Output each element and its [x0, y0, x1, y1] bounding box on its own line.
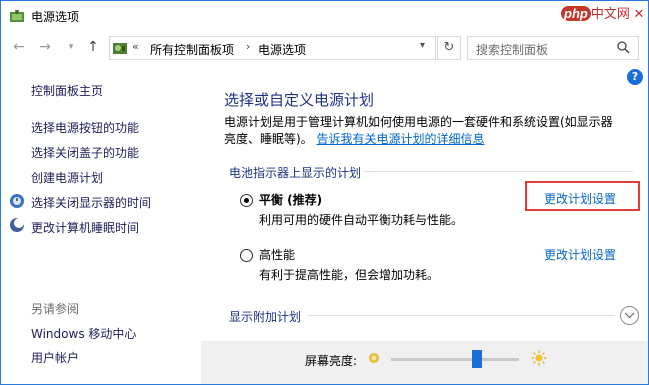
brightness-slider-thumb[interactable] — [471, 350, 482, 368]
balanced-plan-name[interactable]: 平衡 (推荐) — [259, 191, 322, 208]
brightness-slider-track[interactable] — [391, 358, 519, 361]
address-dropdown-icon[interactable]: ▾ — [420, 40, 425, 51]
power-options-window: 电源选项 php 中文网 ✕ ← → ▾ ↑ « 所有控制面板项 › 电源选项 ▾… — [0, 0, 649, 385]
high-performance-plan-radio[interactable] — [240, 249, 253, 262]
battery-plans-heading: 电池指示器上显示的计划 — [229, 166, 362, 180]
choose-power-button-link[interactable]: 选择电源按钮的功能 — [31, 119, 139, 136]
high-performance-plan-description: 有利于提高性能，但会增加功耗。 — [259, 268, 440, 282]
watermark-logo: php 中文网 ✕ — [561, 3, 644, 22]
recent-pages-chevron-icon[interactable]: ▾ — [63, 39, 79, 55]
balanced-plan-description: 利用可用的硬件自动平衡功耗与性能。 — [259, 213, 464, 227]
breadcrumb-separator: › — [246, 40, 251, 53]
high-performance-plan-name[interactable]: 高性能 — [259, 246, 295, 263]
see-also-heading: 另请参阅 — [31, 302, 80, 316]
search-icon[interactable] — [616, 40, 630, 54]
window-title: 电源选项 — [31, 10, 80, 24]
user-accounts-link[interactable]: 用户帐户 — [31, 349, 79, 366]
watermark-php: php — [561, 6, 591, 21]
breadcrumb-all-items[interactable]: 所有控制面板项 — [150, 41, 234, 58]
page-title: 选择或自定义电源计划 — [224, 91, 375, 109]
brightness-bar: 屏幕亮度: — [201, 341, 648, 384]
forward-arrow-icon[interactable]: → — [37, 39, 53, 55]
power-options-icon — [10, 10, 24, 22]
search-placeholder[interactable]: 搜索控制面板 — [476, 41, 548, 58]
back-arrow-icon[interactable]: ← — [11, 39, 27, 55]
learn-more-link[interactable]: 告诉我有关电源计划的详细信息 — [317, 132, 485, 146]
display-off-icon — [10, 194, 24, 208]
show-additional-plans-label[interactable]: 显示附加计划 — [229, 308, 301, 325]
create-power-plan-link[interactable]: 创建电源计划 — [31, 169, 103, 186]
address-bar[interactable]: « 所有控制面板项 › 电源选项 ▾ — [109, 36, 436, 60]
highlight-box — [525, 181, 640, 211]
section-divider — [307, 315, 615, 316]
choose-lid-close-link[interactable]: 选择关闭盖子的功能 — [31, 144, 139, 161]
radio-selected-dot — [244, 198, 249, 203]
up-arrow-icon[interactable]: ↑ — [85, 39, 101, 55]
brightness-label: 屏幕亮度: — [305, 354, 358, 368]
breadcrumb-power-options[interactable]: 电源选项 — [258, 41, 306, 58]
dim-brightness-icon — [369, 353, 379, 363]
control-panel-home-link[interactable]: 控制面板主页 — [31, 82, 103, 99]
navigation-bar: ← → ▾ ↑ « 所有控制面板项 › 电源选项 ▾ ↻ 搜索控制面板 — [1, 33, 648, 63]
title-bar[interactable]: 电源选项 php 中文网 ✕ — [1, 1, 648, 31]
choose-display-off-time-link[interactable]: 选择关闭显示器的时间 — [31, 194, 151, 211]
window-close-icon[interactable]: ✕ — [630, 6, 644, 21]
search-box[interactable]: 搜索控制面板 — [467, 36, 639, 60]
balanced-plan-radio[interactable] — [240, 194, 253, 207]
refresh-icon[interactable]: ↻ — [437, 36, 461, 60]
mobility-center-link[interactable]: Windows 移动中心 — [31, 325, 136, 342]
watermark-cn: 中文网 — [590, 6, 630, 21]
address-overflow-chevron[interactable]: « — [132, 40, 139, 53]
control-panel-icon — [113, 43, 127, 54]
help-icon[interactable]: ? — [627, 69, 643, 85]
bright-sun-icon — [531, 350, 547, 366]
change-sleep-time-link[interactable]: 更改计算机睡眠时间 — [31, 219, 139, 236]
sleep-moon-icon — [10, 218, 24, 232]
page-description: 电源计划是用于管理计算机如何使用电源的一套硬件和系统设置(如显示器亮度、睡眠等)… — [224, 114, 624, 148]
section-divider — [363, 171, 633, 172]
high-performance-change-settings-link[interactable]: 更改计划设置 — [544, 246, 616, 263]
expand-chevron-icon[interactable] — [620, 306, 639, 325]
